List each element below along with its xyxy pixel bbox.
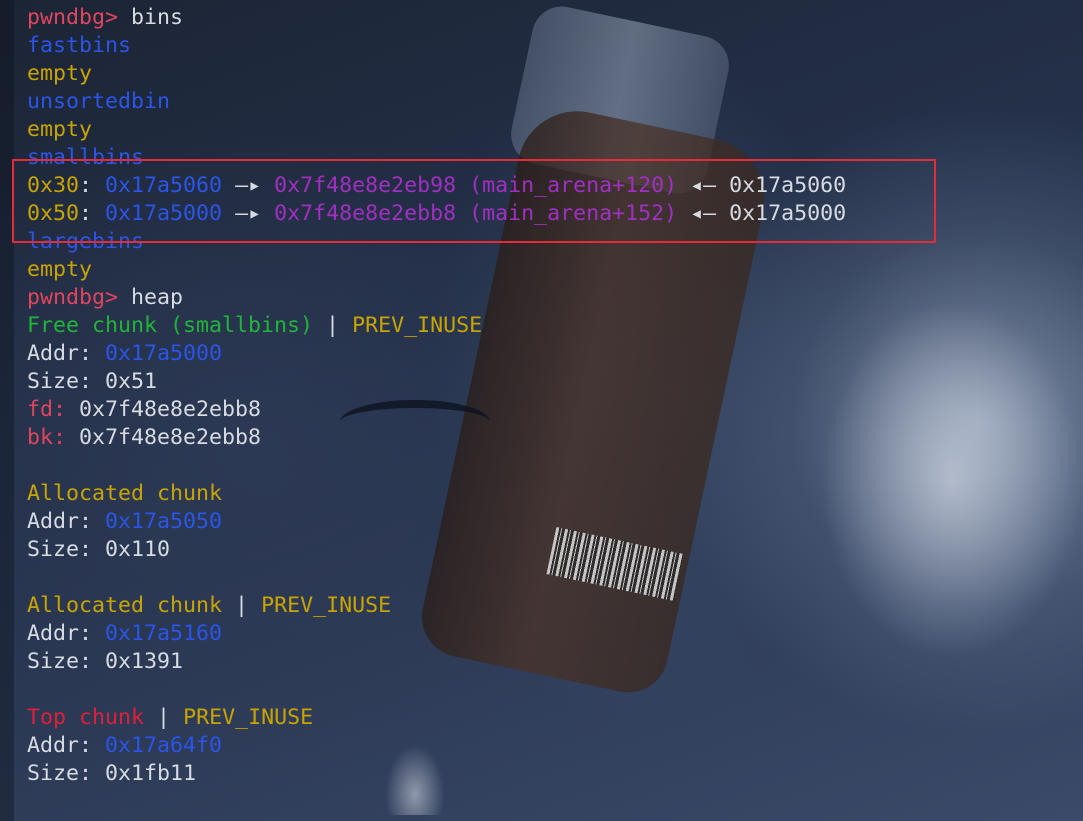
top-chunk-addr: Addr: 0x17a64f0	[27, 732, 846, 760]
top-chunk-title: Top chunk	[27, 705, 145, 730]
top-chunk-size: Size: 0x1fb11	[27, 760, 846, 788]
size-label: Size:	[27, 649, 93, 674]
separator: |	[235, 593, 249, 618]
smallbin-entry: 0x30: 0x17a5060 —▸ 0x7f48e8e2eb98 (main_…	[27, 173, 847, 198]
addr-label: Addr:	[27, 621, 93, 646]
wallpaper-glow	[820, 300, 1083, 660]
fd-value: 0x7f48e8e2ebb8	[79, 397, 262, 422]
alloc-chunk-2-addr: Addr: 0x17a5160	[27, 620, 846, 648]
command-line-heap: pwndbg> heap	[27, 284, 846, 312]
size-value: 0x1fb11	[105, 761, 197, 786]
smallbins-header: smallbins	[27, 144, 846, 172]
prompt: pwndbg>	[27, 285, 119, 310]
flag-prev-inuse: PREV_INUSE	[183, 705, 314, 730]
terminal-left-edge	[0, 0, 14, 821]
addr-label: Addr:	[27, 341, 93, 366]
forward-arrow-icon: —▸	[235, 201, 262, 226]
free-chunk-size: Size: 0x51	[27, 368, 846, 396]
size-value: 0x1391	[105, 649, 184, 674]
empty-label: empty	[27, 257, 93, 282]
chunk-address: 0x17a5060	[105, 173, 223, 198]
addr-value: 0x17a5160	[105, 621, 223, 646]
free-chunk-header: Free chunk (smallbins) | PREV_INUSE	[27, 312, 846, 340]
flag-prev-inuse: PREV_INUSE	[261, 593, 392, 618]
fastbins-label: fastbins	[27, 33, 132, 58]
largebins-label: largebins	[27, 229, 145, 254]
free-chunk-title: Free chunk (smallbins)	[27, 313, 314, 338]
bin-size: 0x30	[27, 173, 80, 198]
addr-value: 0x17a5000	[105, 341, 223, 366]
addr-value: 0x17a5050	[105, 509, 223, 534]
size-label: Size:	[27, 537, 93, 562]
alloc-chunk-title: Allocated chunk	[27, 481, 223, 506]
libc-address: 0x7f48e8e2eb98 (main_arena+120)	[274, 173, 678, 198]
empty-label: empty	[27, 117, 93, 142]
prompt: pwndbg>	[27, 5, 119, 30]
free-chunk-addr: Addr: 0x17a5000	[27, 340, 846, 368]
fastbins-empty: empty	[27, 60, 846, 88]
smallbins-label: smallbins	[27, 145, 145, 170]
separator: |	[326, 313, 340, 338]
alloc-chunk-1-addr: Addr: 0x17a5050	[27, 508, 846, 536]
addr-label: Addr:	[27, 509, 93, 534]
command-text: heap	[131, 285, 184, 310]
free-chunk-fd: fd: 0x7f48e8e2ebb8	[27, 396, 846, 424]
alloc-chunk-1-header: Allocated chunk	[27, 480, 846, 508]
bk-label: bk:	[27, 425, 67, 450]
size-label: Size:	[27, 761, 93, 786]
flag-prev-inuse: PREV_INUSE	[352, 313, 483, 338]
forward-arrow-icon: —▸	[235, 173, 262, 198]
smallbin-entry: 0x50: 0x17a5000 —▸ 0x7f48e8e2ebb8 (main_…	[27, 201, 847, 226]
top-chunk-header: Top chunk | PREV_INUSE	[27, 704, 846, 732]
command-text: bins	[131, 5, 184, 30]
largebins-empty: empty	[27, 256, 846, 284]
size-label: Size:	[27, 369, 93, 394]
largebins-header: largebins	[27, 228, 846, 256]
terminal-window[interactable]: pwndbg> bins fastbins empty unsortedbin …	[0, 0, 1083, 821]
alloc-chunk-2-size: Size: 0x1391	[27, 648, 846, 676]
unsortedbin-label: unsortedbin	[27, 89, 171, 114]
size-value: 0x51	[105, 369, 158, 394]
back-address: 0x17a5000	[729, 201, 847, 226]
libc-address: 0x7f48e8e2ebb8 (main_arena+152)	[274, 201, 678, 226]
back-address: 0x17a5060	[729, 173, 847, 198]
alloc-chunk-1-size: Size: 0x110	[27, 536, 846, 564]
fd-label: fd:	[27, 397, 67, 422]
addr-value: 0x17a64f0	[105, 733, 223, 758]
unsortedbin-empty: empty	[27, 116, 846, 144]
alloc-chunk-2-header: Allocated chunk | PREV_INUSE	[27, 592, 846, 620]
chunk-address: 0x17a5000	[105, 201, 223, 226]
fastbins-header: fastbins	[27, 32, 846, 60]
terminal-output: pwndbg> bins fastbins empty unsortedbin …	[27, 4, 846, 788]
addr-label: Addr:	[27, 733, 93, 758]
separator: |	[157, 705, 171, 730]
unsortedbin-header: unsortedbin	[27, 88, 846, 116]
back-arrow-icon: ◂—	[690, 201, 717, 226]
alloc-chunk-title: Allocated chunk	[27, 593, 223, 618]
bin-size: 0x50	[27, 201, 80, 226]
bk-value: 0x7f48e8e2ebb8	[79, 425, 262, 450]
empty-label: empty	[27, 61, 93, 86]
back-arrow-icon: ◂—	[690, 173, 717, 198]
size-value: 0x110	[105, 537, 171, 562]
free-chunk-bk: bk: 0x7f48e8e2ebb8	[27, 424, 846, 452]
command-line-bins: pwndbg> bins	[27, 4, 846, 32]
